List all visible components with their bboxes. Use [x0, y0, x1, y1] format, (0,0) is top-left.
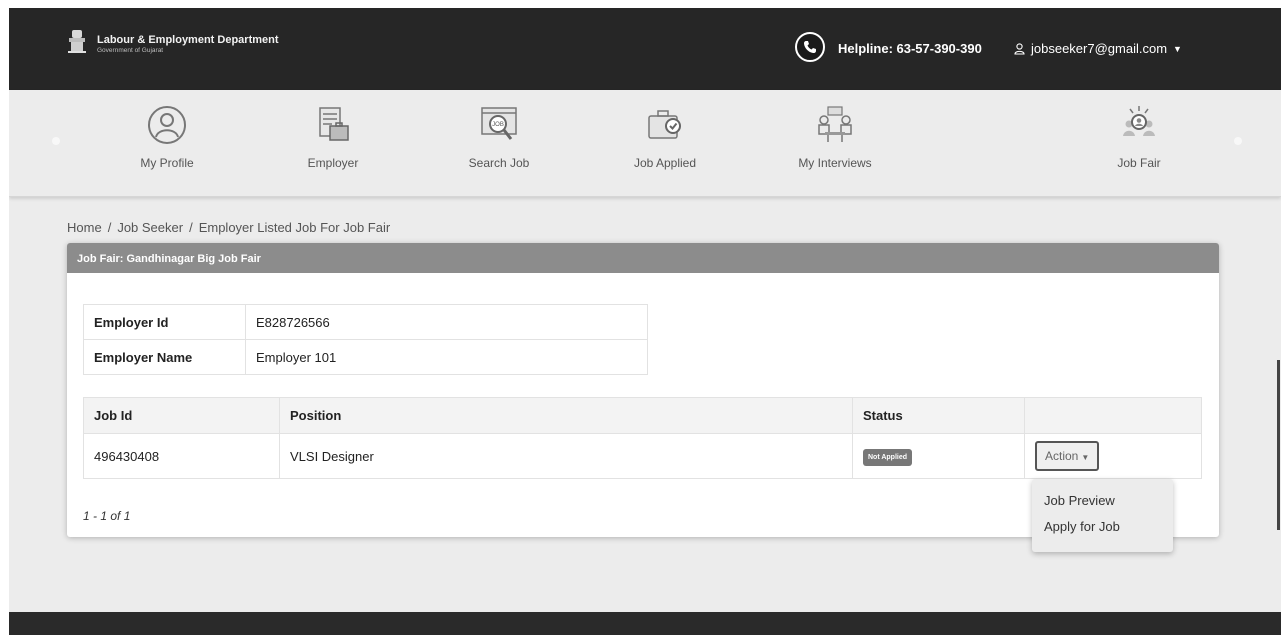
job-id-cell: 496430408 [83, 433, 280, 479]
breadcrumb: Home / Job Seeker / Employer Listed Job For … [67, 220, 390, 235]
column-header-position: Position [279, 397, 853, 434]
nav-item-job-applied[interactable]: Job Applied [605, 100, 725, 186]
employer-id-value: E828726566 [245, 304, 648, 340]
nav-item-my-profile[interactable]: My Profile [107, 100, 227, 186]
status-badge: Not Applied [863, 448, 913, 466]
menu-item-job-preview[interactable]: Job Preview [1032, 486, 1173, 512]
user-icon [148, 106, 186, 144]
action-menu: Job Preview Apply for Job [1032, 479, 1173, 552]
nav-label: My Profile [140, 156, 194, 170]
breadcrumb-home[interactable]: Home [67, 220, 102, 235]
svg-text:JOB: JOB [492, 122, 504, 128]
menu-item-apply-for-job[interactable]: Apply for Job [1032, 512, 1173, 538]
emblem-logo [68, 30, 86, 53]
action-dropdown-button[interactable]: Action ▼ [1035, 441, 1100, 471]
main-nav: My Profile Employer JOB Search Job Job A… [9, 90, 1281, 197]
employer-name-label: Employer Name [83, 339, 246, 375]
nav-label: Search Job [468, 156, 530, 170]
employer-name-value: Employer 101 [245, 339, 648, 375]
status-cell: Not Applied [852, 433, 1025, 479]
employer-icon [319, 107, 349, 141]
job-fair-icon [1123, 106, 1155, 136]
briefcase-icon [648, 110, 681, 139]
employer-info-table: Employer Id E828726566 Employer Name Emp… [83, 304, 648, 375]
carousel-next-dot[interactable] [1234, 137, 1242, 145]
user-email: jobseeker7@gmail.com [1031, 41, 1168, 56]
action-button-label: Action [1045, 449, 1079, 463]
phone-icon [795, 32, 825, 62]
user-menu[interactable]: jobseeker7@gmail.com ▼ [1014, 41, 1182, 56]
org-subtitle: Government of Gujarat [97, 47, 164, 54]
card-title: Job Fair: Gandhinagar Big Job Fair [67, 243, 1219, 273]
breadcrumb-separator: / [189, 220, 193, 235]
nav-item-my-interviews[interactable]: My Interviews [775, 100, 895, 186]
nav-item-search-job[interactable]: JOB Search Job [439, 100, 559, 186]
footer [9, 612, 1281, 635]
user-icon [1014, 42, 1025, 55]
table-row: Employer Id E828726566 [83, 304, 648, 340]
table-row: Employer Name Employer 101 [83, 339, 648, 375]
nav-label: Employer [307, 156, 359, 170]
job-list-table: Job Id Position Status 496430408 VLSI De… [83, 397, 1202, 479]
nav-label: My Interviews [798, 156, 872, 170]
carousel-prev-dot[interactable] [52, 137, 60, 145]
window-scrollbar[interactable] [1277, 360, 1280, 530]
table-row: 496430408 VLSI Designer Not Applied Acti… [83, 433, 1202, 479]
employer-id-label: Employer Id [83, 304, 246, 340]
chevron-down-icon: ▼ [1173, 43, 1182, 54]
nav-label: Job Fair [1117, 156, 1161, 170]
action-cell: Action ▼ [1024, 433, 1202, 479]
pagination-info: 1 - 1 of 1 [83, 509, 131, 523]
nav-item-employer[interactable]: Employer [273, 100, 393, 186]
column-header-action [1024, 397, 1202, 434]
breadcrumb-current: Employer Listed Job For Job Fair [198, 220, 391, 235]
interview-icon [818, 106, 852, 142]
position-cell: VLSI Designer [279, 433, 853, 479]
breadcrumb-separator: / [107, 220, 112, 235]
helpline-text: Helpline: 63-57-390-390 [838, 41, 982, 56]
table-header-row: Job Id Position Status [83, 397, 1202, 434]
nav-item-job-fair[interactable]: Job Fair [1079, 100, 1199, 186]
org-name: Labour & Employment Department [97, 34, 279, 46]
nav-label: Job Applied [633, 156, 697, 170]
app-frame: Labour & Employment Department Governmen… [9, 8, 1281, 635]
breadcrumb-job-seeker[interactable]: Job Seeker [117, 220, 183, 235]
search-job-icon: JOB [481, 107, 517, 140]
column-header-status: Status [852, 397, 1025, 434]
chevron-down-icon: ▼ [1081, 453, 1090, 462]
top-header: Labour & Employment Department Governmen… [9, 8, 1281, 90]
column-header-job-id: Job Id [83, 397, 280, 434]
